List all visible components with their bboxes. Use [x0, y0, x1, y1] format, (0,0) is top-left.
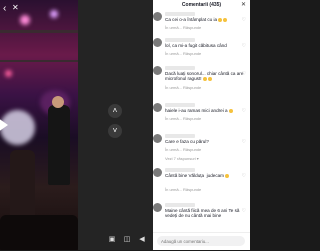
emoji-icon: [207, 77, 212, 82]
heart-icon[interactable]: ♡: [242, 173, 246, 179]
emoji-icon: [202, 77, 207, 82]
comment-text: Care e faza cu părul?: [165, 139, 209, 144]
username[interactable]: [165, 66, 195, 70]
avatar[interactable]: [153, 38, 162, 47]
avatar[interactable]: [153, 203, 162, 212]
username[interactable]: [165, 168, 195, 172]
captions-icon[interactable]: ▣: [108, 236, 116, 244]
picture-in-picture-icon[interactable]: ◫: [123, 236, 131, 244]
comment-text: lol, ca mi-a fugit căbitusa când: [165, 43, 227, 48]
comment-text: Ca cei o-a întâmplat cu ia: [165, 17, 247, 22]
username[interactable]: [165, 38, 195, 42]
comment-meta[interactable]: În urmă... Răspunde: [165, 147, 201, 152]
comment-input[interactable]: [157, 236, 245, 246]
comments-panel: Comentarii (435) ✕ Ca cei o-a întâmplat …: [153, 0, 250, 250]
heart-icon[interactable]: ♡: [242, 17, 246, 23]
emoji-icon: [225, 173, 229, 178]
comment-text: Dacă luați sonorul... chiar cântă ca are…: [165, 71, 245, 82]
volume-icon[interactable]: ◀: [138, 236, 146, 244]
comment-text: Maine cântă fiică mea de 6 ani Te să ved…: [165, 208, 241, 219]
comment-text: haiele i-au ramas mici andrei a: [165, 108, 247, 113]
stage-light: [5, 70, 12, 77]
heart-icon[interactable]: ♡: [242, 43, 246, 49]
heart-icon[interactable]: ♡: [242, 108, 246, 114]
comment-meta[interactable]: În urmă... Răspunde: [165, 51, 201, 56]
performer-head: [52, 96, 64, 108]
avatar[interactable]: [153, 66, 162, 75]
comment-bar: [153, 232, 250, 251]
stage-light: [20, 15, 30, 25]
performer: [48, 105, 70, 185]
chevron-down-icon[interactable]: ˅: [108, 124, 122, 138]
chevron-up-icon[interactable]: ˄: [108, 104, 122, 118]
comments-title: Comentarii (435): [181, 2, 222, 8]
view-replies-link[interactable]: Vezi 7 răspunsuri ▾: [165, 156, 199, 161]
comment-meta[interactable]: În urmă... Răspunde: [165, 187, 201, 192]
username[interactable]: [165, 103, 195, 107]
heart-icon[interactable]: ♡: [242, 208, 246, 214]
comment-text: Cântă bine Vălduța judecam: [165, 173, 247, 178]
comment-meta[interactable]: În urmă... Răspunde: [165, 25, 201, 30]
back-arrow-icon[interactable]: ‹: [3, 4, 6, 14]
comment-meta[interactable]: În urmă... Răspunde: [165, 85, 201, 90]
avatar[interactable]: [153, 12, 162, 21]
video-player[interactable]: ‹ ✕: [0, 0, 78, 250]
performer: [10, 150, 35, 220]
avatar[interactable]: [153, 103, 162, 112]
username[interactable]: [165, 12, 195, 16]
heart-icon[interactable]: ♡: [242, 71, 246, 77]
stage-truss: [0, 30, 78, 33]
comment-meta[interactable]: În urmă... Răspunde: [165, 116, 201, 121]
username[interactable]: [165, 203, 195, 207]
crowd: [0, 215, 78, 250]
stage-truss: [0, 60, 78, 62]
emoji-icon: [228, 108, 233, 113]
avatar[interactable]: [153, 168, 162, 177]
stage-light: [50, 10, 58, 18]
emoji-icon: [223, 17, 228, 22]
close-icon[interactable]: ✕: [12, 3, 19, 12]
username[interactable]: [165, 134, 195, 138]
close-icon[interactable]: ✕: [241, 0, 246, 11]
emoji-icon: [218, 17, 223, 22]
avatar[interactable]: [153, 134, 162, 143]
play-icon[interactable]: [0, 118, 8, 132]
heart-icon[interactable]: ♡: [242, 139, 246, 145]
